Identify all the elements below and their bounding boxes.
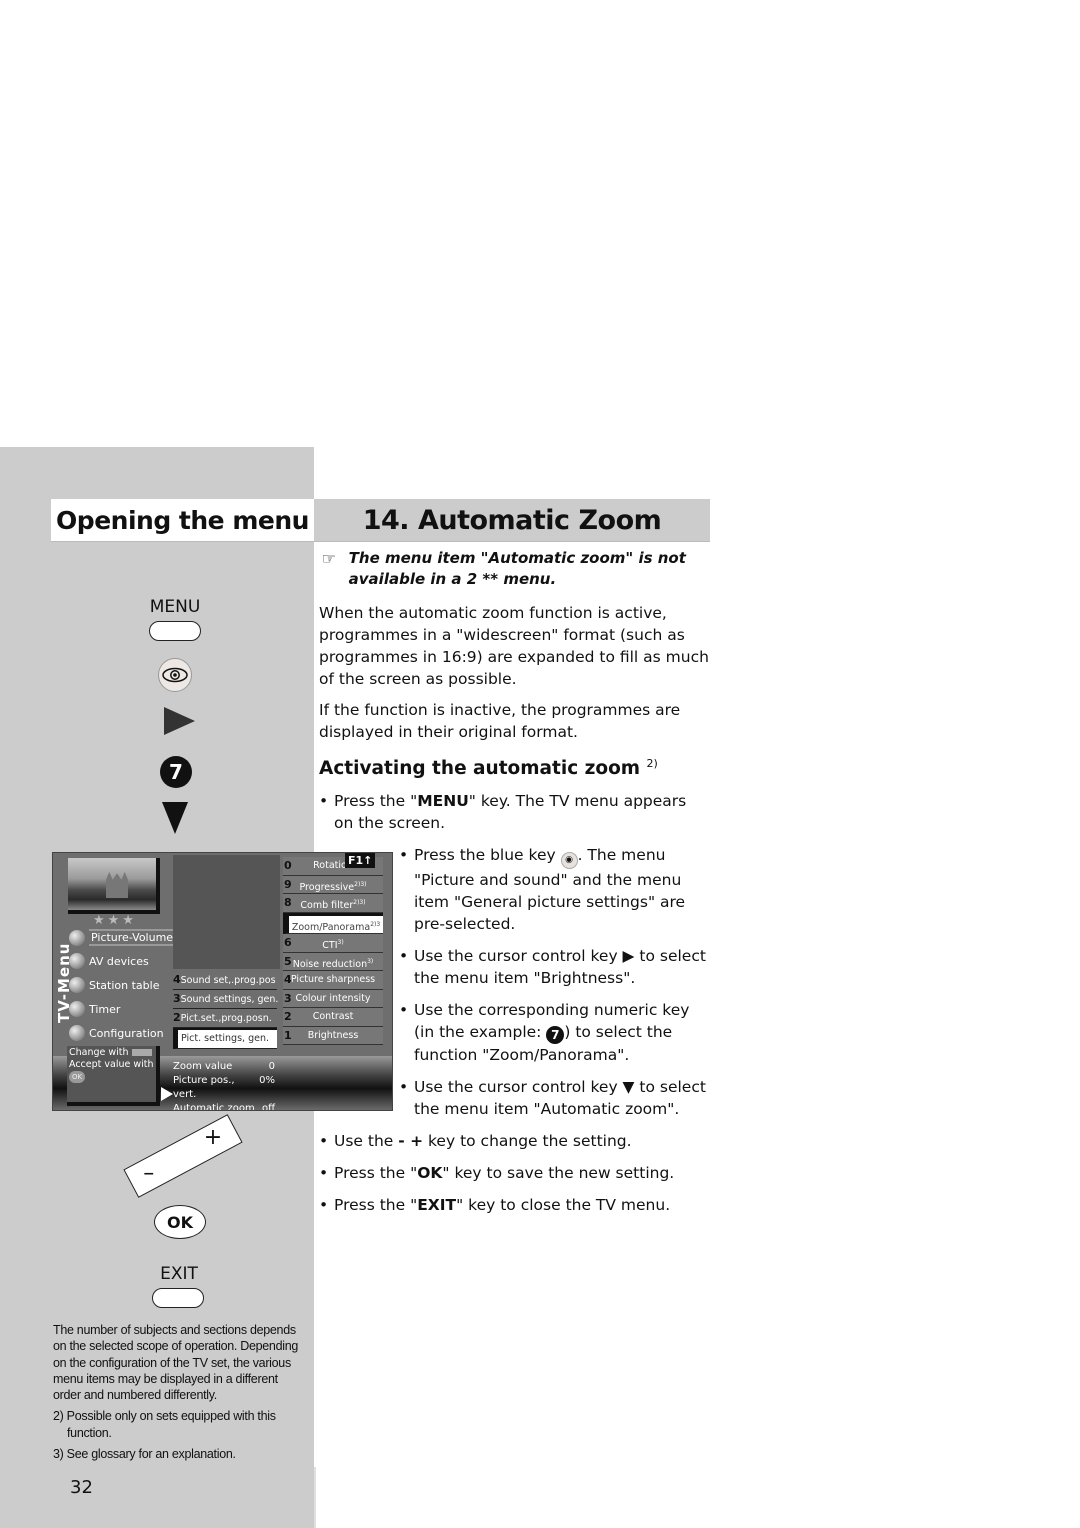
menu-ball-icon	[69, 953, 85, 969]
eye-icon	[162, 667, 188, 683]
menu-ball-icon	[69, 1025, 85, 1041]
sidebar-edge	[314, 1467, 316, 1528]
note: ☞ The menu item "Automatic zoom" is not …	[319, 548, 709, 590]
numeric-key-7-icon: 7	[160, 756, 192, 788]
menu-ball-icon	[69, 1001, 85, 1017]
menu-key-icon	[149, 621, 201, 641]
castle-image	[106, 872, 128, 898]
subheading: Activating the automatic zoom 2)	[319, 757, 658, 780]
step-2: • Press the blue key ◉. The menu "Picture…	[399, 846, 686, 934]
paragraph-1: When the automatic zoom function is acti…	[319, 604, 709, 688]
footnote-3: 3) See glossary for an explanation.	[53, 1447, 236, 1462]
exit-key-label: EXIT	[160, 1264, 198, 1284]
tv-help-box: Change with Accept value with OK	[67, 1046, 160, 1106]
tv-value-row: Picture pos., vert. 0%	[173, 1075, 275, 1100]
tv-submenu-item: 2Pict.set.,prog.posn.	[173, 1009, 277, 1028]
tv-submenu-item: 3Sound settings, gen.	[173, 990, 278, 1009]
tv-value-row: Zoom value 0	[173, 1061, 275, 1072]
tv-submenu-list: 4Sound set,.prog.pos 3Sound settings, ge…	[173, 971, 278, 1049]
page-number: 32	[70, 1477, 93, 1498]
step-3: • Use the cursor control key ▶ to select …	[399, 947, 706, 988]
note-text: The menu item "Automatic zoom" is not av…	[348, 549, 686, 588]
main-content: ☞ The menu item "Automatic zoom" is not …	[319, 548, 709, 1226]
tv-value-row-selected: Automatic zoom off	[173, 1103, 275, 1111]
menu-key-label: MENU	[149, 597, 201, 617]
step-5: • Use the cursor control key ▼ to select …	[399, 1078, 706, 1119]
pointing-hand-icon: ☞	[321, 549, 336, 568]
rating-stars: ★★★	[93, 913, 137, 928]
tv-submenu-item-selected: Pict. settings, gen.	[173, 1028, 277, 1049]
tv-value-list: Zoom value 0 Picture pos., vert. 0% Automa…	[173, 1060, 275, 1111]
ok-pill-icon: OK	[69, 1071, 86, 1083]
tv-submenu-item: 4Sound set,.prog.pos	[173, 971, 277, 990]
paragraph-2: If the function is inactive, the program…	[319, 701, 681, 741]
exit-key-icon	[152, 1288, 204, 1308]
selection-arrow-icon	[161, 1087, 173, 1101]
section-title-left: Opening the menu	[51, 499, 314, 542]
cursor-right-key-icon	[164, 707, 195, 735]
tv-menu-dark-panel	[173, 855, 280, 969]
minus-icon: –	[143, 1161, 155, 1187]
cursor-down-key-icon	[162, 802, 188, 834]
blue-eye-key-inline-icon: ◉	[560, 852, 578, 870]
step-1: • Press the "MENU" key. The TV menu appea…	[319, 792, 687, 833]
step-8: • Press the "EXIT" key to close the TV me…	[319, 1196, 671, 1215]
preview-thumbnail	[68, 858, 160, 914]
plus-icon: +	[203, 1124, 222, 1150]
tv-menu-item-av-devices: AV devices	[69, 953, 149, 969]
step-6: • Use the - + key to change the setting.	[319, 1132, 632, 1151]
step-7: • Press the "OK" key to save the new sett…	[319, 1164, 675, 1183]
numeric-key-7-inline-icon: 7	[546, 1026, 565, 1045]
tv-menu-item-picture-volume: Picture-Volume	[69, 929, 176, 946]
tv-menu-item-station-table: Station table	[69, 977, 159, 993]
footnotes: The number of subjects and sections depe…	[53, 1322, 303, 1467]
step-4: • Use the corresponding numeric key (in t…	[399, 1001, 690, 1065]
ok-key-icon: OK	[154, 1205, 206, 1239]
minus-plus-icon	[131, 1049, 152, 1056]
section-title-right: 14. Automatic Zoom	[314, 499, 710, 542]
tv-menu-item-configuration: Configuration	[69, 1025, 164, 1041]
tv-menu-item-timer: Timer	[69, 1001, 120, 1017]
blue-eye-key-icon	[158, 658, 192, 692]
footnote-general: The number of subjects and sections depe…	[53, 1323, 299, 1403]
menu-ball-icon	[69, 977, 85, 993]
menu-ball-icon	[69, 929, 85, 946]
footnote-2: 2) Possible only on sets equipped with t…	[53, 1409, 276, 1440]
